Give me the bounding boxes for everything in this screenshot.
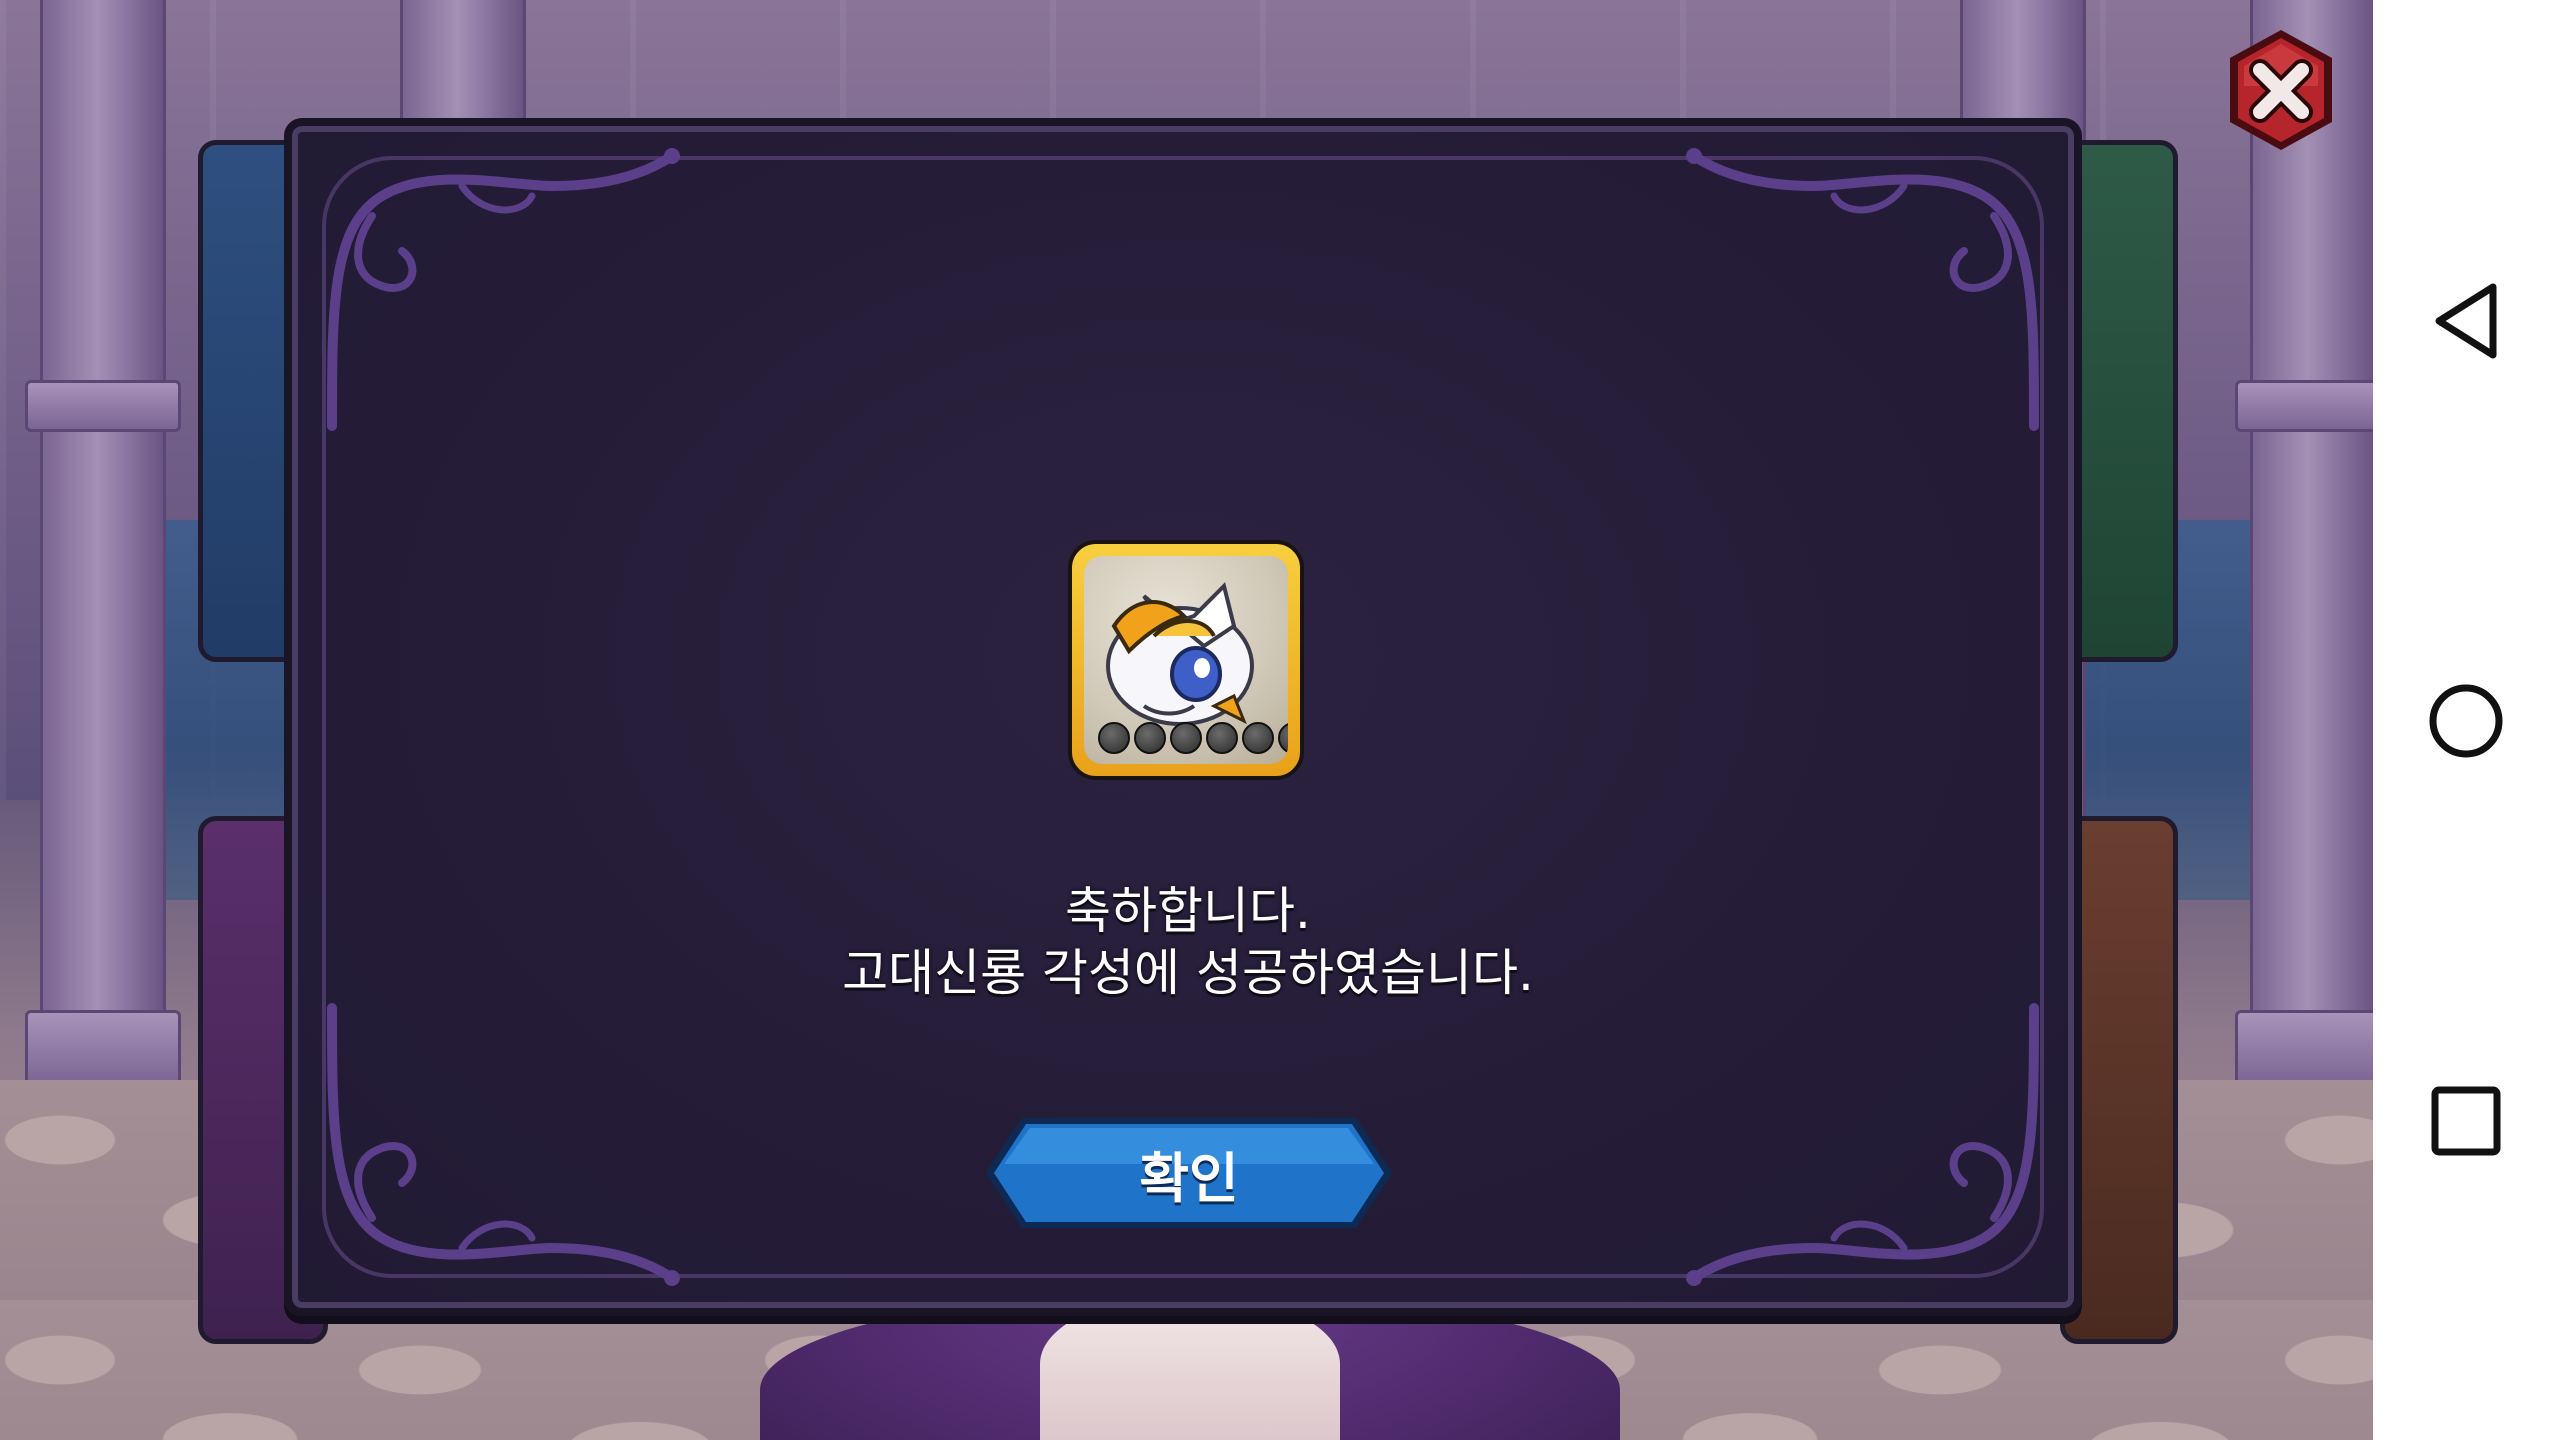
message-line-result: 고대신룡 각성에 성공하였습니다. bbox=[842, 944, 1534, 1002]
background-pillar bbox=[2235, 0, 2373, 1100]
home-button[interactable] bbox=[2413, 668, 2519, 774]
ancient-dragon-portrait-icon[interactable] bbox=[1068, 540, 1304, 780]
confirm-button[interactable]: 확인 bbox=[982, 1114, 1396, 1232]
home-circle-icon bbox=[2429, 684, 2503, 758]
ornament-corner-icon bbox=[1686, 148, 2039, 431]
back-button[interactable] bbox=[2413, 268, 2519, 374]
close-icon bbox=[2230, 30, 2332, 150]
ornament-corner-icon bbox=[1686, 1003, 2039, 1286]
android-navigation-bar bbox=[2373, 0, 2560, 1440]
dragon-portrait bbox=[1084, 556, 1288, 764]
star-rating bbox=[1098, 722, 1288, 754]
dialog-message: 축하합니다. 고대신룡 각성에 성공하였습니다. bbox=[700, 880, 1676, 1004]
ornament-corner-icon bbox=[327, 1003, 680, 1286]
star-empty-icon bbox=[1098, 722, 1130, 754]
dragon-face-icon bbox=[1106, 582, 1254, 726]
confirm-button-label: 확인 bbox=[1139, 1146, 1239, 1210]
star-empty-icon bbox=[1206, 722, 1238, 754]
star-empty-icon bbox=[1242, 722, 1274, 754]
game-scene: 축하합니다. 고대신룡 각성에 성공하였습니다. 확인 bbox=[0, 0, 2373, 1440]
star-empty-icon bbox=[1134, 722, 1166, 754]
back-triangle-icon bbox=[2435, 283, 2497, 359]
ornament-corner-icon bbox=[327, 148, 680, 431]
character-cloth bbox=[1040, 1300, 1340, 1440]
recents-square-icon bbox=[2431, 1086, 2501, 1156]
screen: 축하합니다. 고대신룡 각성에 성공하였습니다. 확인 bbox=[0, 0, 2560, 1440]
star-empty-icon bbox=[1278, 722, 1288, 754]
recents-button[interactable] bbox=[2413, 1068, 2519, 1174]
star-empty-icon bbox=[1170, 722, 1202, 754]
close-button[interactable] bbox=[2222, 26, 2340, 154]
background-pillar bbox=[25, 0, 181, 1100]
message-line-congrats: 축하합니다. bbox=[1065, 882, 1311, 940]
